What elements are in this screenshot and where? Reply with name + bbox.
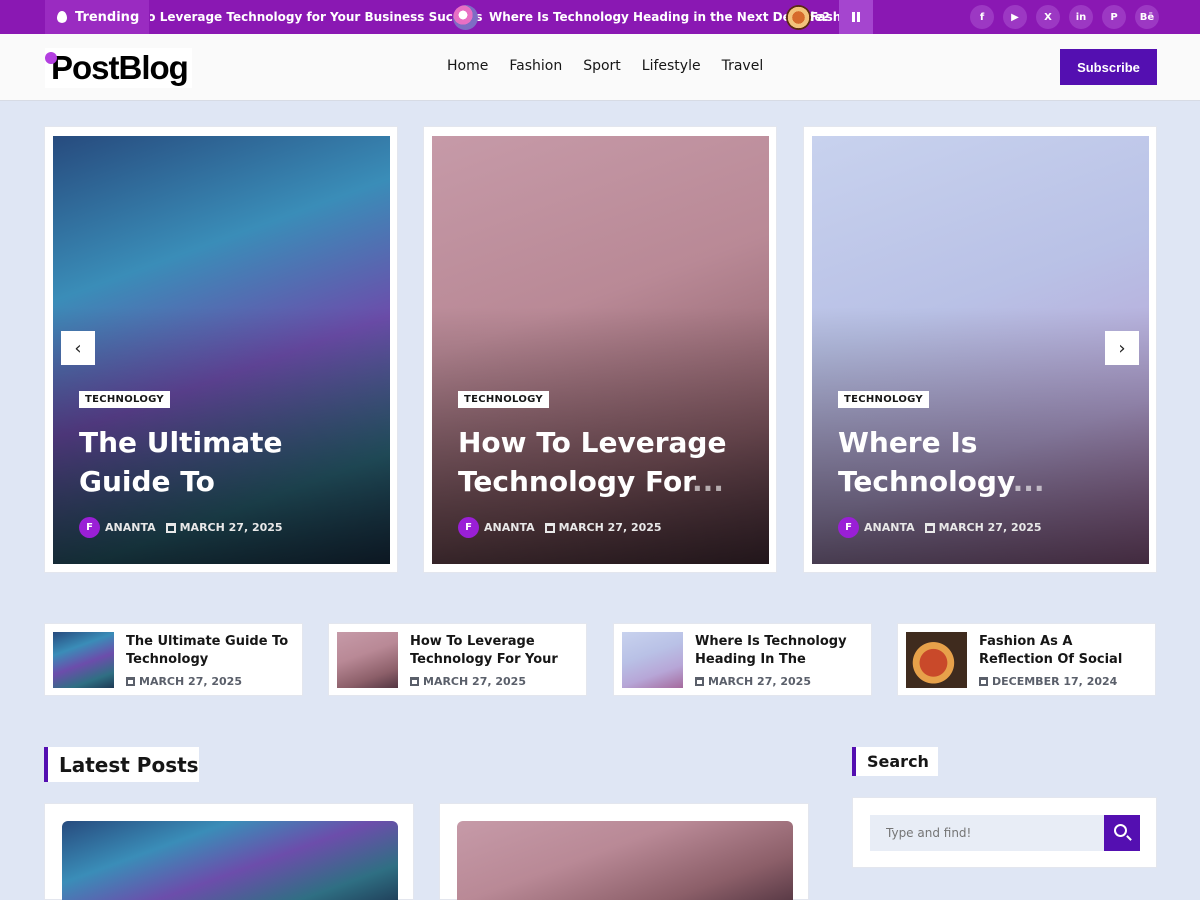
calendar-icon — [165, 522, 176, 533]
slide-title[interactable]: The Ultimate Guide To Technology... — [79, 423, 369, 505]
trending-ticker: How to Leverage Technology for Your Busi… — [150, 0, 840, 34]
behance-icon[interactable]: Bē — [1135, 5, 1159, 29]
post-title[interactable]: The Ultimate Guide To Technology Innovat… — [126, 633, 296, 669]
slider-prev-button[interactable]: ‹ — [61, 331, 95, 365]
ticker-item[interactable]: How to Leverage Technology for Your Busi… — [150, 10, 482, 24]
calendar-icon — [544, 522, 555, 533]
category-badge[interactable]: TECHNOLOGY — [79, 391, 170, 408]
chevron-right-icon: › — [1118, 337, 1126, 359]
nav-home[interactable]: Home — [447, 58, 488, 74]
post-date: MARCH 27, 2025 — [139, 675, 242, 688]
slide-image[interactable]: TECHNOLOGY The Ultimate Guide To Technol… — [53, 136, 390, 564]
search-heading: Search — [852, 747, 938, 776]
slider-card[interactable]: TECHNOLOGY How To Leverage Technology Fo… — [423, 126, 777, 573]
post-meta: MARCH 27, 2025 — [126, 675, 242, 688]
author-name[interactable]: ANANTA — [484, 521, 535, 534]
ticker-thumbnail[interactable] — [453, 5, 478, 30]
slider-next-button[interactable]: › — [1105, 331, 1139, 365]
post-date: MARCH 27, 2025 — [423, 675, 526, 688]
post-image[interactable] — [457, 821, 793, 900]
slider-card[interactable]: TECHNOLOGY The Ultimate Guide To Technol… — [44, 126, 398, 573]
slide-title[interactable]: How To Leverage Technology For... — [458, 423, 748, 505]
category-badge[interactable]: TECHNOLOGY — [458, 391, 549, 408]
author-name[interactable]: ANANTA — [864, 521, 915, 534]
post-card[interactable] — [439, 803, 809, 900]
nav-sport[interactable]: Sport — [583, 58, 621, 74]
calendar-icon — [695, 677, 704, 686]
fire-icon — [57, 11, 67, 23]
facebook-icon[interactable]: f — [970, 5, 994, 29]
ticker-thumbnail[interactable] — [786, 5, 811, 30]
calendar-icon — [410, 677, 419, 686]
chevron-left-icon: ‹ — [74, 337, 82, 359]
main-nav: Home Fashion Sport Lifestyle Travel — [447, 58, 763, 74]
post-thumbnail[interactable] — [622, 632, 683, 688]
post-meta: MARCH 27, 2025 — [410, 675, 526, 688]
slide-image[interactable]: TECHNOLOGY How To Leverage Technology Fo… — [432, 136, 769, 564]
post-thumbnail[interactable] — [53, 632, 114, 688]
author-name[interactable]: ANANTA — [105, 521, 156, 534]
slider-card[interactable]: TECHNOLOGY Where Is Technology... F ANAN… — [803, 126, 1157, 573]
subscribe-button[interactable]: Subscribe — [1060, 49, 1157, 85]
x-icon[interactable]: X — [1036, 5, 1060, 29]
ticker-item[interactable]: Where Is Technology Heading in the Next … — [489, 10, 830, 24]
author-avatar[interactable]: F — [838, 517, 859, 538]
post-card-small[interactable]: The Ultimate Guide To Technology Innovat… — [44, 623, 303, 696]
trending-label: Trending — [45, 0, 149, 34]
post-title[interactable]: Where Is Technology Heading In The — [695, 633, 865, 669]
post-title[interactable]: Fashion As A Reflection Of Social — [979, 633, 1149, 669]
social-links: f ▶ X in P Bē — [970, 5, 1159, 29]
nav-travel[interactable]: Travel — [722, 58, 764, 74]
search-widget — [852, 797, 1157, 868]
calendar-icon — [924, 522, 935, 533]
post-meta: F ANANTA MARCH 27, 2025 — [838, 517, 1042, 538]
post-card-small[interactable]: Where Is Technology Heading In The MARCH… — [613, 623, 872, 696]
post-meta: F ANANTA MARCH 27, 2025 — [79, 517, 283, 538]
linkedin-icon[interactable]: in — [1069, 5, 1093, 29]
category-badge[interactable]: TECHNOLOGY — [838, 391, 929, 408]
site-header: PostBlog Home Fashion Sport Lifestyle Tr… — [0, 34, 1200, 101]
pinterest-icon[interactable]: P — [1102, 5, 1126, 29]
post-date: MARCH 27, 2025 — [558, 521, 662, 534]
search-icon — [1114, 824, 1127, 837]
slide-title[interactable]: Where Is Technology... — [838, 423, 1128, 505]
site-logo[interactable]: PostBlog — [45, 48, 192, 88]
post-thumbnail[interactable] — [906, 632, 967, 688]
latest-posts-heading: Latest Posts — [44, 747, 199, 782]
post-meta: MARCH 27, 2025 — [695, 675, 811, 688]
ticker-item[interactable]: Fashion As A Reflection — [810, 10, 840, 24]
slide-image[interactable]: TECHNOLOGY Where Is Technology... F ANAN… — [812, 136, 1149, 564]
ticker-pause-button[interactable] — [839, 0, 873, 34]
nav-lifestyle[interactable]: Lifestyle — [642, 58, 701, 74]
post-date: DECEMBER 17, 2024 — [992, 675, 1118, 688]
post-card-small[interactable]: How To Leverage Technology For Your MARC… — [328, 623, 587, 696]
top-bar: Trending How to Leverage Technology for … — [0, 0, 1200, 34]
post-date: MARCH 27, 2025 — [708, 675, 811, 688]
post-date: MARCH 27, 2025 — [938, 521, 1042, 534]
post-date: MARCH 27, 2025 — [179, 521, 283, 534]
calendar-icon — [979, 677, 988, 686]
nav-fashion[interactable]: Fashion — [509, 58, 562, 74]
post-title[interactable]: How To Leverage Technology For Your — [410, 633, 580, 669]
logo-dot — [45, 52, 57, 64]
post-image[interactable] — [62, 821, 398, 900]
calendar-icon — [126, 677, 135, 686]
search-input[interactable] — [870, 815, 1104, 851]
youtube-icon[interactable]: ▶ — [1003, 5, 1027, 29]
post-card[interactable] — [44, 803, 414, 900]
author-avatar[interactable]: F — [458, 517, 479, 538]
pause-icon — [852, 12, 855, 22]
post-card-small[interactable]: Fashion As A Reflection Of Social DECEMB… — [897, 623, 1156, 696]
post-meta: DECEMBER 17, 2024 — [979, 675, 1117, 688]
search-button[interactable] — [1104, 815, 1140, 851]
post-meta: F ANANTA MARCH 27, 2025 — [458, 517, 662, 538]
post-thumbnail[interactable] — [337, 632, 398, 688]
author-avatar[interactable]: F — [79, 517, 100, 538]
